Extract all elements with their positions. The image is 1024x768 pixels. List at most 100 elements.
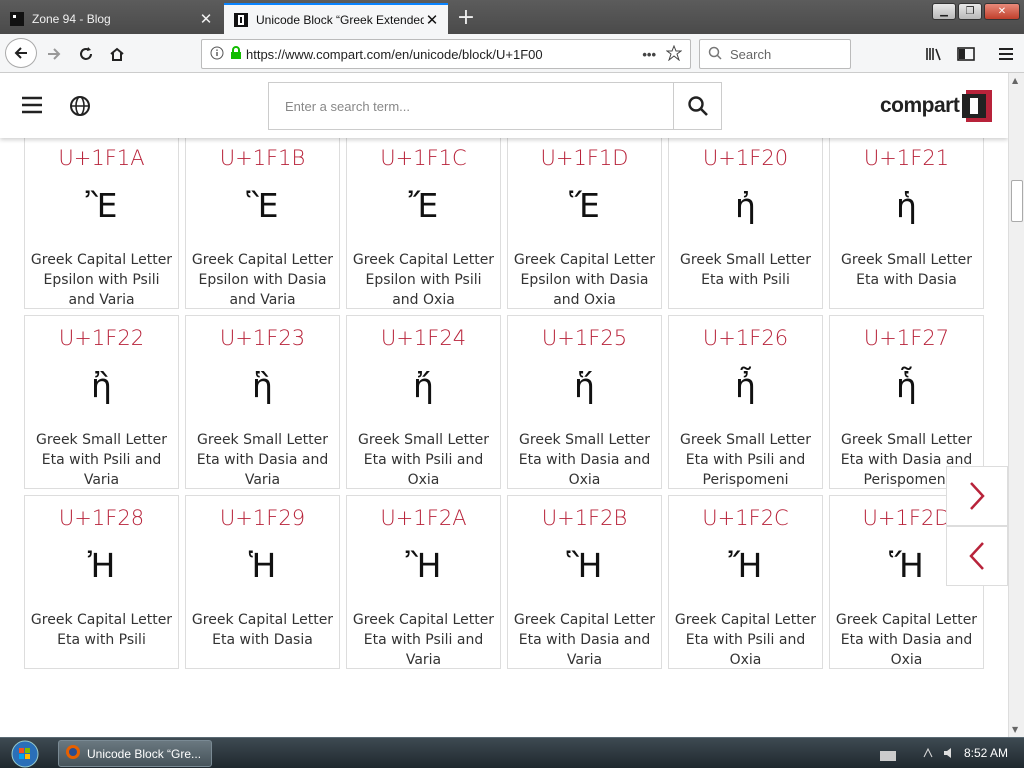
code-point[interactable]: U+1F1C — [347, 146, 500, 170]
code-point[interactable]: U+1F26 — [669, 326, 822, 350]
character-name: Greek Small Letter Eta with Psili and Pe… — [680, 432, 811, 488]
browser-search-input[interactable]: Search — [699, 39, 851, 69]
code-point[interactable]: U+1F28 — [25, 506, 178, 530]
character-glyph: Ἤ — [728, 546, 763, 585]
code-point[interactable]: U+1F21 — [830, 146, 983, 170]
previous-page-button[interactable] — [946, 526, 1008, 586]
network-icon[interactable] — [922, 745, 938, 765]
code-point[interactable]: U+1F29 — [186, 506, 339, 530]
new-tab-button[interactable]: + — [452, 4, 480, 30]
page-scrollbar[interactable]: ▲ ▼ — [1008, 73, 1024, 737]
menu-button[interactable] — [992, 40, 1020, 68]
code-point[interactable]: U+1F27 — [830, 326, 983, 350]
scroll-down-icon[interactable]: ▼ — [1012, 725, 1018, 734]
code-point[interactable]: U+1F1D — [508, 146, 661, 170]
code-point[interactable]: U+1F1A — [25, 146, 178, 170]
maximize-button[interactable]: ❐ — [958, 3, 982, 20]
site-search-input[interactable]: Enter a search term... — [269, 83, 673, 129]
page-viewport: Enter a search term... compart ἒGreek Sm… — [0, 73, 1008, 737]
character-glyph: Ἔ — [408, 186, 439, 225]
character-glyph: ἢ — [91, 366, 112, 405]
character-glyph: Ἢ — [405, 546, 442, 585]
url-text: https://www.compart.com/en/unicode/block… — [246, 46, 543, 62]
character-card[interactable]: U+1F1B Ἓ Greek Capital Letter Epsilon with… — [185, 135, 340, 309]
character-card[interactable]: U+1F20 ἠ Greek Small Letter Eta with Psili — [668, 135, 823, 309]
hamburger-icon — [999, 48, 1013, 60]
tab-strip: Zone 94 - Blog ✕ Unicode Block “Greek Ex… — [0, 0, 1024, 34]
start-button[interactable] — [4, 739, 46, 768]
character-card[interactable]: U+1F2A Ἢ Greek Capital Letter Eta with Psi… — [346, 495, 501, 669]
site-menu-icon[interactable] — [21, 96, 43, 118]
code-point[interactable]: U+1F2C — [669, 506, 822, 530]
bookmark-star-icon[interactable] — [665, 44, 683, 64]
code-point[interactable]: U+1F22 — [25, 326, 178, 350]
character-card[interactable]: U+1F26 ἦ Greek Small Letter Eta with Psili… — [668, 315, 823, 489]
logo-text: compart — [880, 94, 960, 117]
code-point[interactable]: U+1F20 — [669, 146, 822, 170]
language-globe-icon[interactable] — [69, 95, 91, 121]
character-card[interactable]: U+1F24 ἤ Greek Small Letter Eta with Psili… — [346, 315, 501, 489]
page-actions-icon[interactable]: ••• — [642, 47, 656, 62]
character-glyph: ἤ — [413, 366, 434, 405]
character-card[interactable]: U+1F22 ἢ Greek Small Letter Eta with Psili… — [24, 315, 179, 489]
character-card[interactable]: U+1F1D Ἕ Greek Capital Letter Epsilon with… — [507, 135, 662, 309]
site-favicon-icon — [9, 11, 25, 27]
site-search-button[interactable] — [673, 83, 721, 129]
keyboard-icon[interactable] — [880, 747, 896, 766]
code-point[interactable]: U+1F1B — [186, 146, 339, 170]
character-name: Greek Capital Letter Epsilon with Dasia … — [513, 252, 656, 308]
character-glyph: Ἣ — [566, 546, 603, 585]
volume-icon[interactable] — [942, 745, 958, 765]
character-card[interactable]: U+1F29 Ἡ Greek Capital Letter Eta with Das… — [185, 495, 340, 669]
character-glyph: ἦ — [735, 366, 756, 405]
code-point[interactable]: U+1F25 — [508, 326, 661, 350]
code-point[interactable]: U+1F2A — [347, 506, 500, 530]
character-glyph: ἡ — [896, 186, 917, 225]
code-point[interactable]: U+1F2B — [508, 506, 661, 530]
compart-logo[interactable]: compart — [880, 90, 993, 122]
forward-arrow-icon — [48, 48, 61, 60]
search-icon — [708, 46, 722, 63]
logo-mark-icon — [962, 90, 993, 122]
character-card[interactable]: U+1F1A Ἒ Greek Capital Letter Epsilon with… — [24, 135, 179, 309]
character-card[interactable]: U+1F1C Ἔ Greek Capital Letter Epsilon with… — [346, 135, 501, 309]
taskbar-firefox-item[interactable]: Unicode Block “Gre... — [58, 740, 212, 767]
character-card[interactable]: U+1F2C Ἤ Greek Capital Letter Eta with Psi… — [668, 495, 823, 669]
home-button[interactable] — [103, 40, 131, 68]
firefox-icon — [65, 744, 81, 763]
next-page-button[interactable] — [946, 466, 1008, 526]
tab-zone94-blog[interactable]: Zone 94 - Blog ✕ — [0, 3, 222, 34]
character-card[interactable]: U+1F27 ἧ Greek Small Letter Eta with Dasia… — [829, 315, 984, 489]
code-point[interactable]: U+1F23 — [186, 326, 339, 350]
character-card[interactable]: U+1F2B Ἣ Greek Capital Letter Eta with Das… — [507, 495, 662, 669]
scroll-up-icon[interactable]: ▲ — [1012, 76, 1018, 85]
character-glyph: Ἕ — [569, 186, 600, 225]
tab-unicode-block[interactable]: Unicode Block “Greek Extended” ✕ — [224, 3, 448, 34]
back-button[interactable] — [5, 38, 37, 68]
character-name: Greek Small Letter Eta with Psili — [680, 252, 811, 288]
close-tab-icon[interactable]: ✕ — [424, 12, 440, 29]
tab-title: Unicode Block “Greek Extended” — [256, 12, 424, 27]
character-name: Greek Small Letter Eta with Dasia and Va… — [196, 432, 329, 488]
minimize-button[interactable]: ▁ — [932, 3, 956, 20]
address-bar[interactable]: https://www.compart.com/en/unicode/block… — [201, 39, 691, 69]
character-card[interactable]: U+1F23 ἣ Greek Small Letter Eta with Dasia… — [185, 315, 340, 489]
character-card[interactable]: U+1F28 Ἠ Greek Capital Letter Eta with Psi… — [24, 495, 179, 669]
search-placeholder: Search — [730, 46, 772, 62]
navigation-toolbar: https://www.compart.com/en/unicode/block… — [0, 34, 1024, 73]
forward-button[interactable] — [40, 40, 68, 68]
close-tab-icon[interactable]: ✕ — [198, 11, 214, 28]
sidebar-toggle-button[interactable] — [952, 40, 980, 68]
library-button[interactable] — [920, 40, 948, 68]
back-arrow-icon — [14, 47, 27, 59]
character-card[interactable]: U+1F21 ἡ Greek Small Letter Eta with Dasia — [829, 135, 984, 309]
reload-button[interactable] — [72, 40, 100, 68]
library-icon — [926, 48, 941, 61]
scrollbar-thumb[interactable] — [1011, 180, 1023, 222]
character-card[interactable]: U+1F25 ἥ Greek Small Letter Eta with Dasia… — [507, 315, 662, 489]
character-name: Greek Small Letter Eta with Psili and Va… — [36, 432, 167, 488]
close-window-button[interactable]: ✕ — [984, 3, 1020, 20]
taskbar-clock[interactable]: 8:52 AM — [964, 746, 1008, 760]
info-icon[interactable] — [210, 46, 224, 63]
code-point[interactable]: U+1F24 — [347, 326, 500, 350]
